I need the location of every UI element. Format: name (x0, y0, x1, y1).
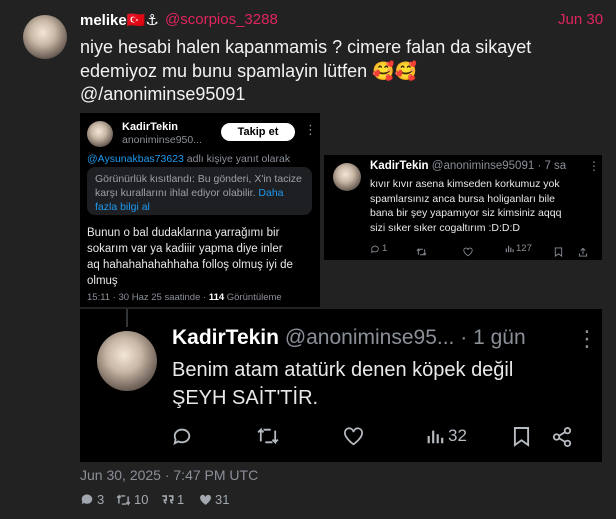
likes-stat[interactable]: 31 (199, 492, 229, 507)
quotes-stat[interactable]: 1 (161, 492, 184, 507)
embed1-meta-time: 15:11 · 30 Haz 25 saatinde · (87, 292, 209, 303)
retweet-icon (116, 493, 131, 506)
embed2-text: kıvır kıvır asena kimseden korkumuz yok … (370, 177, 561, 235)
author-handle[interactable]: @scorpios_3288 (165, 11, 278, 28)
notice-line-1: Görünürlük kısıtlandı: Bu gönderi, X'in … (95, 173, 302, 185)
embed2-bookmark-icon[interactable] (554, 244, 563, 262)
retweets-stat[interactable]: 10 (116, 492, 148, 507)
embed3-text-line-2: ŞEYH SAİT'TİR. (172, 387, 319, 409)
embed2-handle: @anoniminse95091 · 7 sa (431, 160, 567, 172)
follow-button[interactable]: Takip et (221, 123, 295, 141)
embed3-handle: @anoniminse95... (284, 326, 455, 349)
embed3-like-icon[interactable] (343, 427, 364, 451)
thread-line (126, 309, 128, 327)
embed1-text-line-2: sokarım var ya kadiiir yapma diye inler (87, 243, 283, 255)
embed3-retweet-icon[interactable] (256, 427, 280, 450)
embed3-time: · 1 gün (460, 326, 526, 349)
post-text-line-3: @/anoniminse95091 (80, 84, 246, 104)
embed1-text-line-1: Bunun o bal dudaklarına yarrağımı bir (87, 227, 280, 239)
embed1-text-line-4: olmuş (87, 275, 118, 287)
embed2-reply-count: 1 (382, 243, 388, 254)
heart-icon (200, 494, 211, 505)
embed3-bookmark-icon[interactable] (513, 426, 530, 452)
embed2-share-icon[interactable] (578, 244, 588, 262)
comments-stat[interactable]: 3 (80, 492, 104, 507)
embed1-meta: 15:11 · 30 Haz 25 saatinde · 114 Görüntü… (87, 292, 282, 303)
embed3-text-line-1: Benim atam atatürk denen köpek değil (172, 359, 514, 381)
post-timestamp[interactable]: Jun 30, 2025 · 7:47 PM UTC (80, 467, 258, 483)
embed2-like-icon[interactable] (463, 244, 473, 262)
reply-suffix: adlı kişiye yanıt olarak (183, 153, 291, 165)
reply-to-handle[interactable]: @Aysunakbas73623 (87, 153, 184, 165)
embed2-text-line-1: kıvır kıvır asena kimseden korkumuz yok (370, 178, 560, 190)
embed2-retweet-icon[interactable] (416, 244, 427, 262)
author-avatar[interactable] (23, 15, 67, 59)
comment-icon (81, 494, 93, 505)
quote-icon (162, 494, 174, 504)
embed2-more-icon[interactable]: ⋮ (588, 159, 600, 173)
embed3-avatar (97, 331, 157, 391)
retweets-count: 10 (134, 492, 149, 507)
embed1-name: KadirTekin (122, 121, 179, 133)
embed2-views-count: 127 (516, 243, 532, 254)
embedded-tweet-2[interactable]: KadirTekin @anoniminse95091 · 7 sa ⋮ kıv… (324, 155, 602, 260)
embed3-name: KadirTekin (172, 326, 279, 349)
embed1-text-line-3: aq hahahahahahhaha folloş olmuş iyi de (87, 259, 293, 271)
embed1-text: Bunun o bal dudaklarına yarrağımı bir so… (87, 225, 293, 289)
author-display-name[interactable]: melike🇹🇷⚓ (80, 11, 159, 29)
embedded-tweet-3[interactable]: KadirTekin @anoniminse95... · 1 gün ⋮ Be… (80, 309, 602, 462)
post-date[interactable]: Jun 30 (558, 11, 603, 28)
notice-link-1[interactable]: Daha (255, 187, 283, 199)
post-text-line-1: niye hesabi halen kapanmamis ? cimere fa… (80, 37, 532, 57)
embed1-handle: anoniminse950... (122, 134, 202, 146)
embed1-meta-views: 114 (208, 292, 225, 303)
embed2-avatar (333, 163, 361, 191)
notice-line-2: karşı kurallarını ihlal ediyor olabilir.… (95, 186, 304, 200)
embed3-text: Benim atam atatürk denen köpek değil ŞEY… (172, 356, 513, 412)
embed2-reply-action[interactable]: 1 (370, 243, 387, 254)
embed2-text-line-4: sizi sıker sıker cogaltırım :D:D:D (370, 221, 520, 234)
embed3-views-icon (427, 430, 444, 444)
embed2-reply-icon (371, 245, 379, 253)
likes-count: 31 (215, 492, 230, 507)
comments-count: 3 (97, 492, 105, 507)
quotes-count: 1 (177, 492, 185, 507)
embed1-more-icon[interactable]: ⋮ (304, 122, 317, 138)
embed3-header: KadirTekin @anoniminse95... · 1 gün (172, 326, 526, 350)
embed2-text-line-2: spamlarsınız anca bursa holiganları bile (370, 192, 556, 205)
embed3-reply-icon[interactable] (171, 426, 193, 451)
embed2-views[interactable]: 127 (505, 243, 532, 254)
embed2-views-icon (505, 245, 514, 253)
embedded-tweet-1[interactable]: KadirTekin anoniminse950... Takip et ⋮ @… (80, 113, 320, 307)
embed2-text-line-3: bana bir şey yapamıyor siz kimsiniz aqqq (370, 207, 562, 219)
embed1-meta-views-label: Görüntüleme (224, 292, 282, 303)
embed1-reply-context: @Aysunakbas73623 adlı kişiye yanıt olara… (87, 153, 290, 165)
notice-line-2-text: karşı kurallarını ihlal ediyor olabilir. (95, 187, 256, 199)
notice-link-2[interactable]: fazla bilgi al (95, 200, 304, 214)
visibility-notice: Görünürlük kısıtlandı: Bu gönderi, X'in … (87, 167, 312, 215)
embed2-header: KadirTekin @anoniminse95091 · 7 sa (370, 160, 566, 172)
embed3-views-count: 32 (448, 426, 467, 445)
embed3-share-icon[interactable] (552, 427, 572, 452)
embed2-name: KadirTekin (370, 160, 429, 172)
embed3-views[interactable]: 32 (426, 426, 467, 446)
embed1-avatar (87, 121, 113, 147)
embed3-more-icon[interactable]: ⋮ (576, 326, 598, 352)
